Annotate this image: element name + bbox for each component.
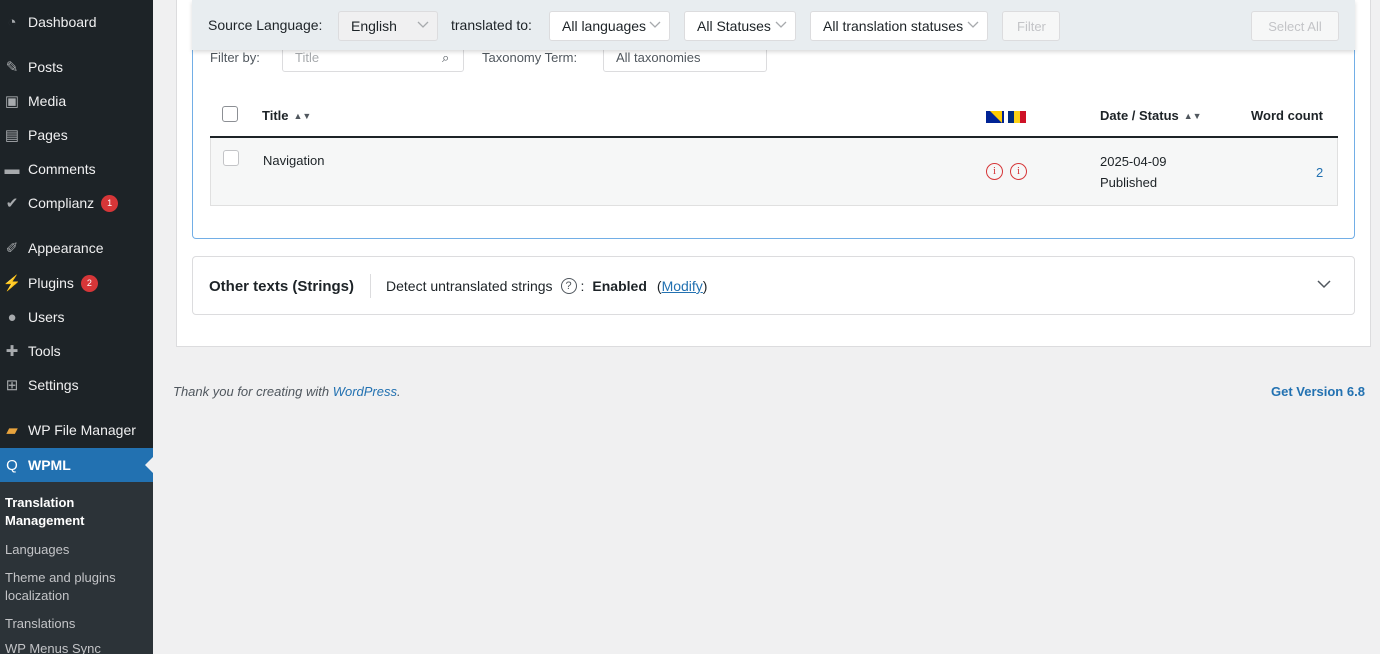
romania-flag-icon: [1007, 110, 1026, 123]
notification-badge: 2: [80, 274, 98, 292]
sidebar-item-plugins[interactable]: ⚡ Plugins 2: [0, 266, 153, 300]
document-date: 2025-04-09: [1100, 154, 1167, 169]
detect-status: Enabled: [592, 278, 647, 294]
strings-section-title: Other texts (Strings): [209, 278, 355, 295]
get-version-link[interactable]: Get Version 6.8: [1271, 384, 1365, 399]
table-row: Navigation 2025-04-09 Published 2: [210, 138, 1338, 206]
status-select[interactable]: All Statuses: [684, 11, 796, 41]
sidebar-item-wp-file-manager[interactable]: ▰ WP File Manager: [0, 413, 153, 447]
source-language-select[interactable]: English: [338, 11, 438, 41]
source-language-label: Source Language:: [208, 17, 323, 33]
date-status-column-header[interactable]: Date / Status ▲▼: [1100, 108, 1202, 123]
select-all-checkbox[interactable]: [222, 106, 238, 122]
page-icon: ▤: [4, 127, 20, 144]
settings-icon: ⊞: [5, 377, 19, 394]
sidebar-item-pages[interactable]: ▤ Pages: [0, 118, 153, 152]
sidebar-item-media[interactable]: ▣ Media: [0, 84, 153, 118]
sidebar-item-appearance[interactable]: ✐ Appearance: [0, 231, 153, 265]
sidebar-item-label: Dashboard: [28, 14, 97, 30]
taxonomy-label: Taxonomy Term:: [482, 50, 578, 65]
select-value: All translation statuses: [823, 18, 964, 34]
document-title[interactable]: Navigation: [263, 153, 324, 168]
media-icon: ▣: [4, 93, 20, 110]
sidebar-item-wpml[interactable]: Q WPML: [0, 448, 153, 482]
wordpress-link[interactable]: WordPress: [333, 384, 397, 399]
filter-button[interactable]: Filter: [1002, 11, 1060, 41]
bosnia-flag-icon: [986, 110, 1004, 123]
check-icon: ✔: [5, 195, 19, 212]
language-filter-toolbar: Source Language: English translated to: …: [192, 0, 1355, 50]
filter-by-label: Filter by:: [210, 50, 260, 65]
title-column-header[interactable]: Title ▲▼: [262, 108, 311, 123]
dashboard-icon: ◔: [7, 13, 17, 31]
word-count-value[interactable]: 2: [1316, 165, 1323, 180]
pin-icon: ✎: [5, 59, 19, 76]
detect-label: Detect untranslated strings: [386, 278, 553, 294]
sidebar-item-label: Posts: [28, 59, 64, 75]
sidebar-item-label: Appearance: [28, 240, 104, 256]
row-checkbox[interactable]: [223, 150, 239, 166]
select-value: English: [351, 18, 397, 34]
sidebar-item-label: Users: [28, 309, 65, 325]
sidebar-item-label: WP File Manager: [28, 422, 136, 438]
wpml-icon: Q: [6, 456, 18, 474]
submenu-translations[interactable]: Translations: [5, 615, 145, 633]
chevron-down-icon[interactable]: [1316, 279, 1332, 289]
folder-icon: ▰: [6, 422, 18, 439]
sort-icon: ▲▼: [293, 111, 312, 121]
sidebar-item-label: Tools: [28, 343, 61, 359]
sidebar-item-label: Plugins 2: [28, 274, 98, 292]
submenu-translation-management[interactable]: Translation Management: [5, 494, 145, 530]
modify-link[interactable]: Modify: [662, 278, 703, 294]
sidebar-item-dashboard[interactable]: ◔ Dashboard: [0, 5, 153, 39]
sort-icon: ▲▼: [1183, 111, 1202, 121]
sidebar-item-label: Complianz 1: [28, 194, 119, 212]
sidebar-item-complianz[interactable]: ✔ Complianz 1: [0, 186, 153, 220]
sidebar-item-label: WPML: [28, 457, 71, 473]
submenu-languages[interactable]: Languages: [5, 541, 145, 559]
word-count-column-header: Word count: [1251, 108, 1323, 123]
sidebar-item-tools[interactable]: ✚ Tools: [0, 334, 153, 368]
documents-table-header: Title ▲▼ Date / Status ▲▼ Word count: [210, 94, 1338, 138]
other-texts-section[interactable]: Other texts (Strings) Detect untranslate…: [192, 256, 1355, 315]
translation-status-info-icon[interactable]: i: [986, 163, 1003, 180]
sidebar-item-settings[interactable]: ⊞ Settings: [0, 368, 153, 402]
chevron-down-icon: [775, 21, 787, 28]
chevron-down-icon: [649, 21, 661, 28]
translation-status-select[interactable]: All translation statuses: [810, 11, 988, 41]
language-flags-header: [986, 108, 1026, 123]
submenu-wp-menus-sync[interactable]: WP Menus Sync: [5, 640, 145, 654]
target-language-select[interactable]: All languages: [549, 11, 670, 41]
user-icon: ●: [7, 308, 17, 326]
footer-thanks: Thank you for creating with WordPress.: [173, 384, 401, 399]
plug-icon: ⚡: [2, 275, 22, 292]
notification-badge: 1: [101, 194, 119, 212]
translated-to-label: translated to:: [451, 17, 532, 33]
document-status: Published: [1100, 175, 1158, 190]
wpml-submenu: Translation Management Languages Theme a…: [0, 482, 153, 654]
detect-colon: :: [580, 278, 585, 294]
admin-sidebar: ◔ Dashboard ✎ Posts ▣ Media ▤ Pages ▬ Co…: [0, 0, 153, 654]
sidebar-item-posts[interactable]: ✎ Posts: [0, 50, 153, 84]
help-icon[interactable]: ?: [560, 278, 577, 294]
sidebar-item-users[interactable]: ● Users: [0, 300, 153, 334]
search-icon: ⌕: [442, 50, 450, 65]
chevron-down-icon: [417, 21, 429, 28]
select-all-button[interactable]: Select All: [1251, 11, 1339, 41]
translation-status-info-icon[interactable]: i: [1010, 163, 1027, 180]
detect-untranslated-strings: Detect untranslated strings ? : Enabled …: [386, 278, 708, 294]
brush-icon: ✐: [5, 240, 19, 257]
sidebar-item-label: Settings: [28, 377, 79, 393]
comment-icon: ▬: [4, 160, 20, 178]
select-value: All languages: [562, 18, 647, 34]
chevron-down-icon: [967, 21, 979, 28]
select-value: All Statuses: [697, 18, 771, 34]
sidebar-item-comments[interactable]: ▬ Comments: [0, 152, 153, 186]
sidebar-item-label: Media: [28, 93, 67, 109]
wrench-icon: ✚: [5, 343, 19, 360]
sidebar-item-label: Pages: [28, 127, 68, 143]
sidebar-item-label: Comments: [28, 161, 96, 177]
submenu-theme-plugins-localization[interactable]: Theme and plugins localization: [5, 569, 145, 605]
divider: [370, 274, 371, 298]
